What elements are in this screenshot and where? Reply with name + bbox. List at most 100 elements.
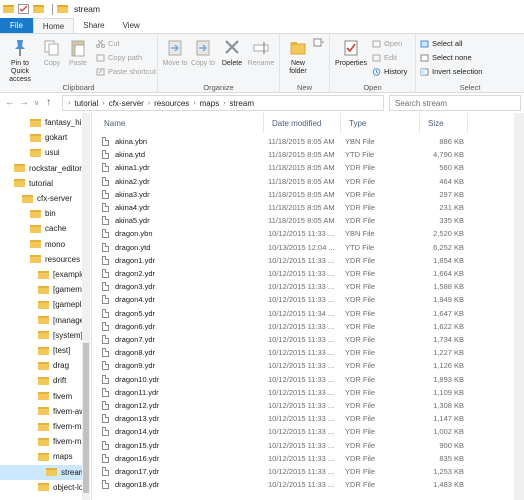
nav-item[interactable]: resources (0, 252, 82, 267)
nav-item[interactable]: cache (0, 221, 82, 236)
file-row[interactable]: dragon11.ydr 10/12/2015 11:33 ... YDR File… (96, 386, 524, 399)
nav-item[interactable]: fivem-awes (0, 404, 90, 419)
file-row[interactable]: akina2.ydr 11/18/2015 8:05 AM YDR File 464 … (96, 175, 524, 188)
nav-item[interactable]: bin (0, 206, 82, 221)
breadcrumb-tutorial[interactable]: tutorial (74, 99, 98, 108)
copy-path-button[interactable]: Copy path (96, 53, 142, 62)
forward-arrow-icon[interactable]: → (19, 97, 29, 108)
column-header-type[interactable]: Type (341, 113, 420, 133)
delete-button[interactable]: Delete (220, 38, 244, 68)
nav-item[interactable]: gokart (0, 130, 82, 145)
new-folder-button[interactable]: New folder (284, 38, 312, 76)
file-row[interactable]: dragon17.ydr 10/12/2015 11:33 ... YDR File… (96, 465, 524, 478)
address-field[interactable]: › tutorial › cfx-server › resources › ma… (62, 95, 384, 111)
file-row[interactable]: akina3.ydr 11/18/2015 8:05 AM YDR File 297 … (96, 188, 524, 201)
nav-item[interactable]: drag (0, 358, 82, 373)
navigation-scrollbar-thumb[interactable] (83, 343, 89, 493)
nav-item[interactable]: [gamemod (0, 282, 90, 297)
file-row[interactable]: dragon8.ydr 10/12/2015 11:33 ... YDR File 1… (96, 346, 524, 359)
nav-item[interactable]: object-load (0, 480, 90, 495)
navigation-scrollbar[interactable] (82, 113, 90, 500)
select-all-button[interactable]: Select all (420, 39, 462, 48)
breadcrumb-stream[interactable]: stream (230, 99, 254, 108)
file-name-text: dragon17.ydr (115, 467, 160, 476)
file-row[interactable]: dragon9.ydr 10/12/2015 11:33 ... YDR File 1… (96, 359, 524, 372)
file-row[interactable]: dragon13.ydr 10/12/2015 11:33 ... YDR File… (96, 412, 524, 425)
tab-view[interactable]: View (114, 18, 149, 33)
file-row[interactable]: dragon3.ydr 10/12/2015 11:33 ... YDR File 1… (96, 280, 524, 293)
properties-button[interactable]: Properties (334, 38, 368, 68)
file-row[interactable]: akina4.ydr 11/18/2015 8:05 AM YDR File 231 … (96, 201, 524, 214)
up-arrow-icon[interactable]: ↑ (46, 97, 51, 108)
file-row[interactable]: dragon.ybn 10/12/2015 11:33 ... YBN File 2,… (96, 227, 524, 240)
file-row[interactable]: dragon1.ydr 10/12/2015 11:33 ... YDR File 1… (96, 254, 524, 267)
open-button[interactable]: Open (372, 39, 402, 48)
file-type: YDR File (345, 452, 419, 465)
rename-button[interactable]: Rename (246, 38, 276, 68)
file-row[interactable]: akina.ybn 11/18/2015 8:05 AM YBN File 886 K… (96, 135, 524, 148)
nav-item[interactable]: [gameplay] (0, 297, 90, 312)
column-header-size[interactable]: Size (420, 113, 468, 133)
properties-quick-icon[interactable] (18, 4, 29, 14)
file-size: 297 KB (420, 188, 464, 201)
history-button[interactable]: History (372, 67, 407, 76)
search-input[interactable]: Search stream (389, 95, 521, 111)
column-header-date[interactable]: Date modified (264, 113, 341, 133)
pane-divider[interactable] (91, 113, 92, 500)
file-row[interactable]: dragon.ytd 10/13/2015 12:04 ... YTD File 6,… (96, 241, 524, 254)
select-none-label: Select none (432, 53, 472, 62)
file-row[interactable]: dragon12.ydr 10/12/2015 11:33 ... YDR File… (96, 399, 524, 412)
file-list-scrollbar[interactable] (514, 113, 524, 500)
file-row[interactable]: dragon14.ydr 10/12/2015 11:33 ... YDR File… (96, 425, 524, 438)
nav-item[interactable]: usui (0, 145, 82, 160)
nav-item[interactable]: [managers] (0, 313, 90, 328)
nav-item[interactable]: drift (0, 373, 82, 388)
file-row[interactable]: dragon2.ydr 10/12/2015 11:33 ... YDR File 1… (96, 267, 524, 280)
column-header-name[interactable]: Name (96, 113, 264, 133)
pin-to-quick-access-button[interactable]: Pin to Quick access (2, 38, 38, 84)
file-row[interactable]: akina5.ydr 11/18/2015 8:05 AM YDR File 335 … (96, 214, 524, 227)
nav-item[interactable]: fivem (0, 389, 82, 404)
file-row[interactable]: dragon15.ydr 10/12/2015 11:33 ... YDR File… (96, 439, 524, 452)
nav-item[interactable]: [examples] (0, 267, 90, 282)
edit-button[interactable]: Edit (372, 53, 397, 62)
nav-item[interactable]: mono (0, 237, 82, 252)
file-row[interactable]: dragon5.ydr 10/12/2015 11:34 ... YDR File 1… (96, 307, 524, 320)
nav-item[interactable]: rockstar_editor (0, 161, 82, 176)
file-row[interactable]: dragon6.ydr 10/12/2015 11:33 ... YDR File 1… (96, 320, 524, 333)
new-item-button[interactable] (312, 38, 326, 51)
paste-shortcut-button[interactable]: Paste shortcut (96, 67, 156, 76)
nav-item[interactable]: fivem-map (0, 419, 90, 434)
invert-selection-button[interactable]: Invert selection (420, 67, 482, 76)
breadcrumb-maps[interactable]: maps (200, 99, 220, 108)
new-folder-quick-icon[interactable] (33, 5, 44, 13)
breadcrumb-resources[interactable]: resources (154, 99, 189, 108)
nav-item[interactable]: fantasy_hill (0, 115, 85, 130)
file-row[interactable]: dragon16.ydr 10/12/2015 11:33 ... YDR File… (96, 452, 524, 465)
file-row[interactable]: dragon4.ydr 10/12/2015 11:33 ... YDR File 1… (96, 293, 524, 306)
copy-button[interactable]: Copy (40, 38, 64, 68)
file-row[interactable]: akina1.ydr 11/18/2015 8:05 AM YDR File 560 … (96, 161, 524, 174)
nav-item[interactable]: cfx-server (0, 191, 82, 206)
cut-button[interactable]: Cut (96, 39, 120, 48)
file-row[interactable]: dragon18.ydr 10/12/2015 11:33 ... YDR File… (96, 478, 524, 491)
tab-share[interactable]: Share (74, 18, 113, 33)
breadcrumb-cfx-server[interactable]: cfx-server (109, 99, 144, 108)
nav-item[interactable]: stream (0, 464, 85, 480)
tab-file[interactable]: File (0, 18, 33, 33)
file-row[interactable]: dragon10.ydr 10/12/2015 11:33 ... YDR File… (96, 373, 524, 386)
nav-item[interactable]: fivem-map (0, 434, 90, 449)
select-none-button[interactable]: Select none (420, 53, 472, 62)
move-to-button[interactable]: Move to (162, 38, 188, 68)
file-row[interactable]: dragon7.ydr 10/12/2015 11:33 ... YDR File 1… (96, 333, 524, 346)
nav-item[interactable]: [system] (0, 328, 83, 343)
file-row[interactable]: akina.ytd 11/18/2015 8:05 AM YTD File 4,790… (96, 148, 524, 161)
paste-button[interactable]: Paste (66, 38, 90, 68)
copy-to-button[interactable]: Copy to (190, 38, 216, 68)
tab-home[interactable]: Home (32, 18, 75, 33)
nav-item[interactable]: tutorial (0, 176, 82, 191)
recent-locations-chevron-icon[interactable]: ∨ (34, 99, 39, 107)
nav-item[interactable]: [test] (0, 343, 82, 358)
back-arrow-icon[interactable]: ← (5, 97, 15, 108)
nav-item[interactable]: maps (0, 449, 82, 464)
